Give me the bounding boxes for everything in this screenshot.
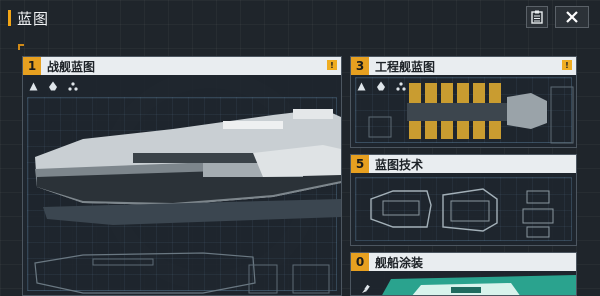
page-title: 蓝图 xyxy=(17,10,50,28)
title-bar: 蓝图 xyxy=(0,0,600,36)
warship-blueprint-panel[interactable]: 1 战舰蓝图 ! xyxy=(22,56,342,296)
close-icon xyxy=(566,11,578,23)
close-button[interactable] xyxy=(555,6,589,28)
corner-decoration xyxy=(18,44,24,50)
clipboard-icon xyxy=(531,10,543,24)
paint-preview-image xyxy=(382,275,576,295)
tech-schematic-image xyxy=(370,188,554,238)
engineering-ship-image xyxy=(368,83,574,144)
blueprint-tech-panel[interactable]: 5 蓝图技术 xyxy=(350,154,577,246)
engineering-blueprint-panel[interactable]: 3 工程舰蓝图 ! xyxy=(350,56,577,148)
ship-paint-panel[interactable]: 0 舰船涂装 xyxy=(350,252,577,296)
title-accent-bar xyxy=(8,10,11,26)
notes-button[interactable] xyxy=(526,6,548,28)
warship-image xyxy=(34,109,341,294)
